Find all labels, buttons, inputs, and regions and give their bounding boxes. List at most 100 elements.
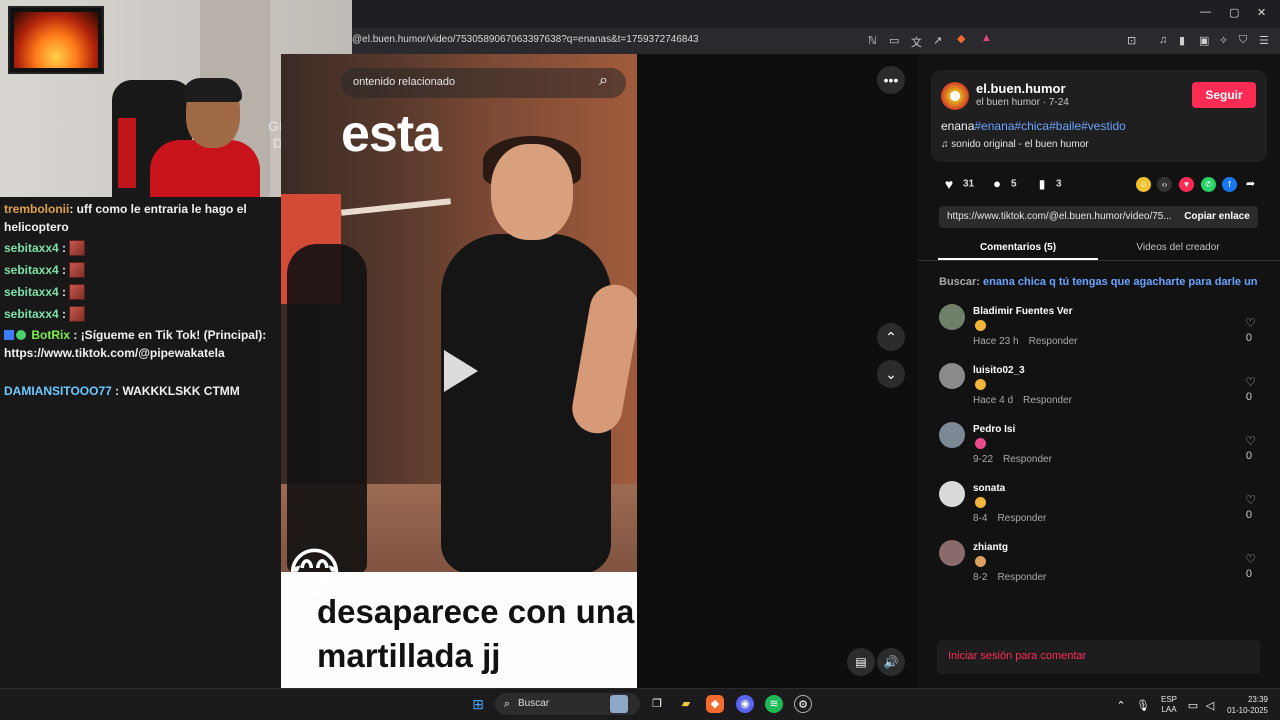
commenter-avatar[interactable] — [939, 363, 965, 389]
screenshot-icon[interactable]: ⊡ — [1127, 34, 1136, 47]
like-stat[interactable]: ♥ 31 — [941, 176, 974, 192]
comment-stat[interactable]: ● 5 — [989, 176, 1017, 192]
copy-link-button[interactable]: Copiar enlace — [1177, 206, 1257, 228]
minimize-icon[interactable]: — — [1200, 6, 1211, 18]
commenter-avatar[interactable] — [939, 540, 965, 566]
close-icon[interactable]: ✕ — [1257, 6, 1266, 19]
sidebar-icon[interactable]: ▮ — [1179, 34, 1185, 47]
commenter-avatar[interactable] — [939, 304, 965, 330]
reply-button[interactable]: Responder — [1029, 336, 1078, 347]
share-arrow-icon[interactable]: ➦ — [1243, 177, 1258, 192]
comment-time: 9-22 — [973, 454, 994, 465]
reply-button[interactable]: Responder — [997, 572, 1046, 583]
commenter-name[interactable]: Pedro Isi — [973, 424, 1015, 435]
save-stat[interactable]: ▮ 3 — [1034, 176, 1062, 192]
related-search-placeholder[interactable]: ontenido relacionado — [353, 76, 455, 88]
facebook-icon[interactable]: f — [1222, 177, 1237, 192]
tab-creator-videos[interactable]: Videos del creador — [1098, 236, 1258, 260]
spotify-icon[interactable]: ≋ — [765, 695, 783, 713]
like-count: 31 — [963, 178, 975, 190]
follow-button[interactable]: Seguir — [1192, 82, 1256, 108]
microphone-icon[interactable]: 🎙 — [1134, 697, 1152, 715]
heart-icon[interactable]: ♡ — [1245, 493, 1256, 507]
cam-fireplace — [14, 12, 98, 68]
network-icon[interactable]: ▭ — [1184, 697, 1202, 715]
friends-share-icon[interactable]: ☺ — [1136, 177, 1151, 192]
wallet-icon[interactable]: ▣ — [1199, 34, 1209, 47]
search-icon[interactable]: ⌕ — [599, 72, 608, 90]
reply-button[interactable]: Responder — [1003, 454, 1052, 465]
windows-start-icon[interactable]: ⊞ — [469, 695, 487, 713]
commenter-name[interactable]: Bladimir Fuentes Ver — [973, 306, 1072, 317]
chat-username[interactable]: trembolonii — [4, 202, 69, 216]
commenter-avatar[interactable] — [939, 481, 965, 507]
media-icon[interactable]: ♫ — [1159, 34, 1167, 46]
chat-username[interactable]: sebitaxx4 — [4, 307, 59, 321]
address-bar-url[interactable]: @el.buen.humor/video/7530589067063397638… — [352, 34, 699, 45]
play-icon[interactable] — [444, 350, 478, 392]
chevron-down-icon[interactable]: ⌄ — [877, 360, 905, 388]
search-suggestion-query[interactable]: enana chica q tú tengas que agacharte pa… — [983, 276, 1257, 288]
chat-username[interactable]: sebitaxx4 — [4, 263, 59, 277]
cast-icon[interactable]: ▭ — [889, 34, 899, 47]
chevron-up-icon[interactable]: ⌃ — [877, 323, 905, 351]
pip-icon[interactable]: ▤ — [847, 648, 875, 676]
hashtag-links[interactable]: #enana#chica#baile#vestido — [974, 119, 1125, 133]
chat-username[interactable]: BotRix — [31, 328, 70, 342]
author-avatar[interactable] — [941, 82, 969, 110]
commenter-name[interactable]: luisito02_3 — [973, 365, 1025, 376]
reply-button[interactable]: Responder — [997, 513, 1046, 524]
chat-username[interactable]: sebitaxx4 — [4, 241, 59, 255]
chat-text: : — [58, 241, 67, 255]
menu-icon[interactable]: ☰ — [1259, 34, 1269, 47]
discord-icon[interactable]: ◉ — [736, 695, 754, 713]
app-icon[interactable]: ⚙ — [794, 695, 812, 713]
leo-icon[interactable]: ✧ — [1219, 34, 1228, 47]
comment-like-count: 0 — [1245, 450, 1252, 462]
search-suggestion[interactable]: Buscar: enana chica q tú tengas que agac… — [939, 276, 1257, 288]
commenter-avatar[interactable] — [939, 422, 965, 448]
brave-rewards-icon[interactable]: ▲ — [981, 32, 992, 44]
brave-browser-icon[interactable]: ◆ — [706, 695, 724, 713]
maximize-icon[interactable]: ▢ — [1229, 6, 1239, 19]
commenter-name[interactable]: sonata — [973, 483, 1005, 494]
reply-button[interactable]: Responder — [1023, 395, 1072, 406]
video-player[interactable]: esta desaparece con una martillada jj 😂 — [281, 54, 637, 688]
share-icon[interactable]: ↗ — [933, 34, 942, 47]
volume-icon[interactable]: ◁ — [1201, 697, 1219, 715]
video-link[interactable]: https://www.tiktok.com/@el.buen.humor/vi… — [947, 211, 1173, 222]
chat-text: : — [58, 263, 67, 277]
translate-icon[interactable]: 文 — [911, 34, 922, 50]
video-overlay-text: esta — [341, 105, 442, 163]
reader-off-icon[interactable]: ℕ — [868, 34, 877, 47]
login-to-comment-link[interactable]: Iniciar sesión para comentar — [948, 650, 1086, 662]
system-clock[interactable]: 23:39 01-10-2025 — [1226, 694, 1268, 716]
emoji-icon — [975, 497, 986, 508]
sound-link[interactable]: ♫ sonido original - el buen humor — [941, 139, 1089, 150]
heart-icon[interactable]: ♡ — [1245, 434, 1256, 448]
task-view-icon[interactable]: ❐ — [648, 695, 666, 713]
chevron-up-icon[interactable]: ⌃ — [1112, 697, 1130, 715]
whatsapp-icon[interactable]: ✆ — [1201, 177, 1216, 192]
search-icon[interactable]: ⌕ — [498, 695, 516, 713]
search-highlight-icon[interactable] — [610, 695, 628, 713]
chat-username[interactable]: sebitaxx4 — [4, 285, 59, 299]
more-options-icon[interactable]: ••• — [877, 66, 905, 94]
file-explorer-icon[interactable]: ▰ — [677, 695, 695, 713]
heart-icon[interactable]: ♡ — [1245, 316, 1256, 330]
tab-comments[interactable]: Comentarios (5) — [938, 236, 1098, 260]
embed-icon[interactable]: ‹› — [1157, 177, 1172, 192]
commenter-name[interactable]: zhiantg — [973, 542, 1008, 553]
volume-icon[interactable]: 🔊 — [877, 648, 905, 676]
taskbar-search-label[interactable]: Buscar — [518, 698, 549, 709]
language-indicator[interactable]: ESP LAA — [1161, 695, 1177, 715]
emoji-icon — [975, 320, 986, 331]
author-name[interactable]: el.buen.humor — [976, 81, 1066, 96]
heart-icon[interactable]: ♡ — [1245, 552, 1256, 566]
vpn-icon[interactable]: ⛉ — [1239, 34, 1247, 47]
chat-username[interactable]: DAMIANSITOOO77 — [4, 384, 112, 398]
comment-like-count: 0 — [1245, 568, 1252, 580]
heart-icon[interactable]: ♡ — [1245, 375, 1256, 389]
send-icon[interactable]: ▼ — [1179, 177, 1194, 192]
brave-shield-icon[interactable]: ◆ — [957, 32, 965, 45]
